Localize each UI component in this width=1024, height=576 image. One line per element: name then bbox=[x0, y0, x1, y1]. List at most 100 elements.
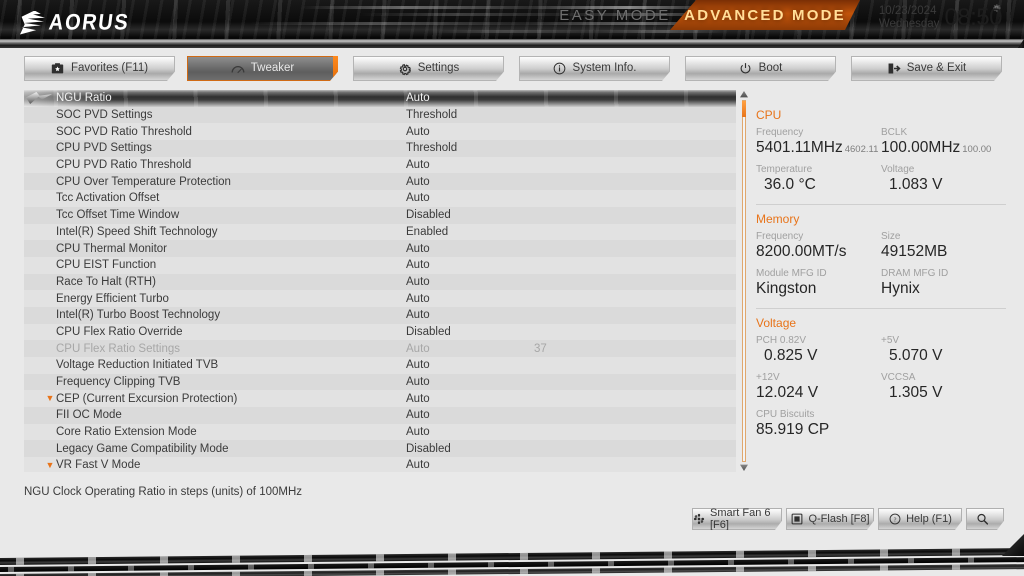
settings-row[interactable]: CPU Flex Ratio Settings Auto 37 bbox=[24, 340, 736, 357]
settings-list[interactable]: NGU Ratio Auto SOC PVD Settings Threshold SO… bbox=[24, 90, 736, 472]
memory-module-mfg-label: Module MFG ID bbox=[756, 267, 827, 279]
voltage-12v-label: +12V bbox=[756, 371, 780, 383]
setting-value[interactable]: Threshold bbox=[406, 142, 457, 154]
memory-module-mfg-value: Kingston bbox=[756, 279, 817, 297]
tab-label: Save & Exit bbox=[906, 61, 967, 74]
setting-name: Race To Halt (RTH) bbox=[56, 275, 156, 288]
settings-row[interactable]: CPU Thermal Monitor Auto bbox=[24, 240, 736, 257]
settings-row[interactable]: Race To Halt (RTH) Auto bbox=[24, 273, 736, 291]
cpu-bclk-sub: 100.00 bbox=[962, 144, 992, 155]
setting-value[interactable]: Auto bbox=[406, 192, 430, 204]
memory-section-title: Memory bbox=[756, 212, 800, 227]
setting-value[interactable]: Auto bbox=[406, 92, 430, 104]
settings-row[interactable]: Voltage Reduction Initiated TVB Auto bbox=[24, 357, 736, 374]
search-button[interactable] bbox=[966, 508, 1004, 530]
tab-system-info[interactable]: System Info. bbox=[519, 56, 670, 81]
smart-fan-button[interactable]: Smart Fan 6 [F6] bbox=[692, 508, 782, 530]
settings-row[interactable]: CPU Flex Ratio Override Disabled bbox=[24, 323, 736, 341]
scroll-up-arrow[interactable] bbox=[740, 90, 748, 98]
settings-row[interactable]: CPU Over Temperature Protection Auto bbox=[24, 173, 736, 191]
setting-value[interactable]: Auto bbox=[406, 409, 430, 421]
setting-name: Tcc Offset Time Window bbox=[56, 209, 180, 222]
header-streak bbox=[429, 30, 731, 33]
setting-value[interactable]: Auto bbox=[406, 343, 430, 355]
setting-value[interactable]: Disabled bbox=[406, 326, 451, 338]
settings-row[interactable]: Intel(R) Turbo Boost Technology Auto bbox=[24, 306, 736, 324]
cpu-biscuits-label: CPU Biscuits bbox=[756, 408, 815, 420]
tab-favorites[interactable]: Favorites (F11) bbox=[24, 56, 175, 81]
tab-boot[interactable]: Boot bbox=[685, 56, 836, 81]
setting-value[interactable]: Auto bbox=[406, 293, 430, 305]
scrollbar-thumb[interactable] bbox=[742, 101, 746, 117]
settings-row[interactable]: FII OC Mode Auto bbox=[24, 407, 736, 424]
tab-save-exit[interactable]: Save & Exit bbox=[851, 56, 1002, 81]
scroll-down-arrow[interactable] bbox=[740, 464, 748, 472]
help-button[interactable]: ? Help (F1) bbox=[878, 508, 962, 530]
setting-name: CPU Thermal Monitor bbox=[56, 242, 167, 255]
setting-name: Energy Efficient Turbo bbox=[56, 292, 169, 305]
setting-value[interactable]: Disabled bbox=[406, 443, 451, 455]
settings-row[interactable]: SOC PVD Settings Threshold bbox=[24, 106, 736, 124]
expand-arrow-icon[interactable]: ▼ bbox=[45, 460, 55, 470]
settings-row[interactable]: CPU PVD Settings Threshold bbox=[24, 140, 736, 157]
setting-value[interactable]: Disabled bbox=[406, 209, 451, 221]
q-flash-button[interactable]: Q-Flash [F8] bbox=[786, 508, 874, 530]
settings-row[interactable]: SOC PVD Ratio Threshold Auto bbox=[24, 123, 736, 141]
setting-value[interactable]: Auto bbox=[406, 376, 430, 388]
settings-row[interactable]: CPU PVD Ratio Threshold Auto bbox=[24, 156, 736, 174]
setting-name: Voltage Reduction Initiated TVB bbox=[56, 359, 219, 372]
cpu-bclk-cell: BCLK 100.00MHz 100.00 bbox=[881, 126, 1006, 161]
bottom-button-bar: Smart Fan 6 [F6] Q-Flash [F8] ? Help (F1… bbox=[0, 506, 1024, 534]
cpu-bclk-label: BCLK bbox=[881, 127, 908, 138]
settings-row[interactable]: Legacy Game Compatibility Mode Disabled bbox=[24, 440, 736, 458]
svg-text:?: ? bbox=[893, 517, 896, 524]
setting-value[interactable]: Auto bbox=[406, 259, 430, 271]
expand-arrow-icon[interactable]: ▼ bbox=[45, 394, 55, 403]
memory-frequency-label: Frequency bbox=[756, 231, 804, 243]
setting-value[interactable]: Auto bbox=[406, 309, 430, 321]
advanced-mode-tab[interactable]: ADVANCED MODE bbox=[670, 0, 860, 30]
setting-value[interactable]: Auto bbox=[406, 159, 430, 171]
fan-icon bbox=[693, 513, 705, 526]
setting-value[interactable]: Auto bbox=[406, 459, 430, 471]
setting-value[interactable]: Enabled bbox=[406, 226, 448, 238]
setting-name: CPU Flex Ratio Override bbox=[56, 325, 183, 338]
info-icon bbox=[553, 62, 567, 76]
help-text: NGU Clock Operating Ratio in steps (unit… bbox=[24, 486, 303, 498]
settings-row[interactable]: ▼ CEP (Current Excursion Protection) Auto bbox=[24, 390, 736, 408]
setting-name: CEP (Current Excursion Protection) bbox=[56, 392, 238, 405]
settings-row[interactable]: Tcc Offset Time Window Disabled bbox=[24, 206, 736, 224]
settings-row[interactable]: ▼ VR Fast V Mode Auto bbox=[24, 457, 736, 472]
memory-size-cell: Size 49152MB bbox=[881, 230, 1006, 265]
cpu-section: CPU Frequency 5401.11MHz 4602.11 BCLK 100… bbox=[756, 108, 1006, 197]
voltage-section: Voltage PCH 0.82V 0.825 V +5V 5.070 V +1… bbox=[756, 316, 1006, 442]
bios-screen: AORUS EASY MODE ADVANCED MODE 10/23/2024… bbox=[0, 0, 1024, 576]
memory-dram-mfg-cell: DRAM MFG ID Hynix bbox=[881, 267, 1006, 302]
settings-row[interactable]: Core Ratio Extension Mode Auto bbox=[24, 423, 736, 441]
settings-row[interactable]: NGU Ratio Auto bbox=[24, 90, 736, 107]
datetime-display: 10/23/2024 Wednesday 08:50 bbox=[879, 5, 1003, 31]
setting-value[interactable]: Auto bbox=[406, 176, 430, 188]
setting-value[interactable]: Auto bbox=[406, 276, 430, 288]
button-label: Help (F1) bbox=[906, 513, 952, 525]
settings-row[interactable]: Energy Efficient Turbo Auto bbox=[24, 290, 736, 307]
scrollbar-track[interactable] bbox=[742, 100, 746, 462]
cpu-temperature-cell: Temperature 36.0 °C bbox=[756, 163, 881, 198]
setting-value[interactable]: Auto bbox=[406, 426, 430, 438]
cpu-frequency-value: 5401.11MHz 4602.11 bbox=[756, 139, 881, 158]
tab-label: Settings bbox=[417, 61, 460, 74]
settings-row[interactable]: Intel(R) Speed Shift Technology Enabled bbox=[24, 223, 736, 241]
setting-value[interactable]: Auto bbox=[406, 393, 430, 405]
tab-tweaker[interactable]: Tweaker bbox=[187, 56, 338, 81]
settings-row[interactable]: CPU EIST Function Auto bbox=[24, 256, 736, 274]
settings-scrollbar[interactable] bbox=[740, 90, 748, 472]
setting-value[interactable]: Auto bbox=[406, 243, 430, 255]
settings-row[interactable]: Frequency Clipping TVB Auto bbox=[24, 373, 736, 391]
cpu-frequency-main: 5401.11MHz bbox=[756, 139, 843, 156]
setting-value[interactable]: Auto bbox=[406, 359, 430, 371]
tab-settings[interactable]: Settings bbox=[353, 56, 504, 81]
setting-value[interactable]: Auto bbox=[406, 126, 430, 138]
setting-value[interactable]: Threshold bbox=[406, 109, 457, 121]
settings-row[interactable]: Tcc Activation Offset Auto bbox=[24, 190, 736, 207]
setting-name: FII OC Mode bbox=[56, 409, 122, 422]
